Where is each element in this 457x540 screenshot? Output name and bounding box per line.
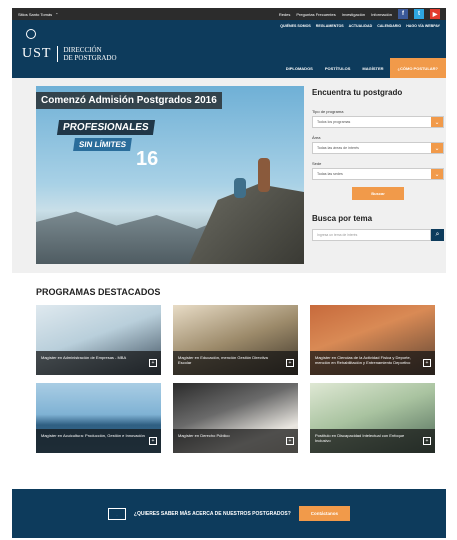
hiker-figure-sitting (234, 178, 246, 198)
nav-quienes-somos[interactable]: QUIÉNES SOMOS (280, 24, 311, 28)
brand-line-2: DE POSTGRADO (63, 54, 117, 62)
nav-diplomados[interactable]: DIPLOMADOS (280, 58, 319, 78)
search-heading: Encuentra tu postgrado (312, 88, 403, 97)
youtube-icon[interactable]: ▶ (430, 9, 440, 19)
area-select-value: Todas las áreas de interés (317, 146, 359, 150)
secondary-nav: QUIÉNES SOMOS REGLAMENTOS ACTUALIDAD CAL… (280, 24, 440, 28)
hiker-figure-standing (258, 158, 270, 192)
programa-select[interactable]: Todos los programas ⌄ (312, 116, 444, 128)
hero-banner[interactable]: Comenzó Admisión Postgrados 2016 PROFESI… (36, 86, 304, 264)
nav-postitulos[interactable]: POSTÍTULOS (319, 58, 357, 78)
plus-icon[interactable]: + (423, 359, 431, 367)
site-logo[interactable]: UST DIRECCIÓN DE POSTGRADO (22, 29, 117, 62)
program-card[interactable]: Magíster en Acuicultura: Producción, Ges… (36, 383, 161, 453)
tema-search: Ingresa un tema de interés ⌕ (312, 229, 444, 241)
hero-title: Comenzó Admisión Postgrados 2016 (36, 92, 222, 109)
chevron-down-icon: ⌄ (431, 117, 443, 127)
program-card[interactable]: Postítulo en Discapacidad Intelectual co… (310, 383, 435, 453)
plus-icon[interactable]: + (286, 437, 294, 445)
top-utility-bar: Sitios Santo Tomás ⌃ Redes Preguntas Fre… (12, 8, 446, 20)
programs-grid: Magíster en Administración de Empresas -… (36, 305, 435, 453)
program-card[interactable]: Magíster en Educación, mención Gestión D… (173, 305, 298, 375)
sede-label: Sede (312, 161, 322, 166)
program-card-label: Magíster en Ciencias de la Actividad Fís… (310, 351, 435, 375)
plus-icon[interactable]: + (149, 437, 157, 445)
programa-select-value: Todos los programas (317, 120, 351, 124)
page: Sitios Santo Tomás ⌃ Redes Preguntas Fre… (12, 8, 446, 538)
tema-heading: Busca por tema (312, 214, 373, 223)
program-card-label: Magíster en Educación, mención Gestión D… (173, 351, 298, 375)
nav-reglamentos[interactable]: REGLAMENTOS (316, 24, 344, 28)
hero-year: 16 (136, 148, 159, 170)
brand-name: DIRECCIÓN DE POSTGRADO (57, 46, 117, 62)
sede-select[interactable]: Todas las sedes ⌄ (312, 168, 444, 180)
featured-programs-heading: PROGRAMAS DESTACADOS (36, 287, 161, 297)
search-icon[interactable]: ⌕ (431, 229, 444, 241)
logo-text: UST (22, 46, 52, 61)
chevron-down-icon: ⌃ (55, 11, 59, 17)
program-card-label: Postítulo en Discapacidad Intelectual co… (310, 429, 435, 453)
tema-search-input[interactable]: Ingresa un tema de interés (312, 229, 431, 241)
main-nav: DIPLOMADOS POSTÍTULOS MAGÍSTER ¿CÓMO POS… (280, 58, 446, 78)
crest-icon (26, 29, 36, 39)
program-card[interactable]: Magíster en Derecho Público + (173, 383, 298, 453)
plus-icon[interactable]: + (149, 359, 157, 367)
nav-webpay[interactable]: HAGO VÍA WEBPAY (406, 24, 440, 28)
contact-question: ¿QUIERES SABER MÁS ACERCA DE NUESTROS PO… (133, 510, 291, 517)
programa-label: Tipo de programa (312, 109, 344, 114)
chevron-down-icon: ⌄ (431, 143, 443, 153)
program-card[interactable]: Magíster en Ciencias de la Actividad Fís… (310, 305, 435, 375)
mail-icon (107, 507, 126, 520)
program-card[interactable]: Magíster en Administración de Empresas -… (36, 305, 161, 375)
nav-magister[interactable]: MAGÍSTER (356, 58, 389, 78)
utility-links: Redes Preguntas Frecuentes Investigación… (279, 9, 440, 19)
nav-actualidad[interactable]: ACTUALIDAD (349, 24, 373, 28)
nav-como-postular-button[interactable]: ¿CÓMO POSTULAR? (389, 58, 446, 78)
facebook-icon[interactable]: f (398, 9, 408, 19)
program-search-panel: Encuentra tu postgrado Tipo de programa … (312, 88, 444, 241)
utility-link-faq[interactable]: Preguntas Frecuentes (296, 12, 335, 17)
sede-select-value: Todas las sedes (317, 172, 343, 176)
program-card-label: Magíster en Administración de Empresas -… (36, 351, 161, 375)
hero-section: Comenzó Admisión Postgrados 2016 PROFESI… (12, 78, 446, 273)
contact-band: ¿QUIERES SABER MÁS ACERCA DE NUESTROS PO… (12, 489, 446, 538)
brand-line-1: DIRECCIÓN (63, 46, 102, 54)
program-card-label: Magíster en Derecho Público (173, 429, 298, 453)
featured-programs: PROGRAMAS DESTACADOS Magíster en Adminis… (12, 273, 446, 453)
twitter-icon[interactable]: t (414, 9, 424, 19)
buscar-button[interactable]: Buscar (352, 187, 404, 200)
area-select[interactable]: Todas las áreas de interés ⌄ (312, 142, 444, 154)
site-header: QUIÉNES SOMOS REGLAMENTOS ACTUALIDAD CAL… (12, 20, 446, 78)
plus-icon[interactable]: + (423, 437, 431, 445)
hero-tag-profesionales: PROFESIONALES (56, 120, 155, 135)
hero-tag-sin-limites: SIN LÍMITES (73, 138, 133, 151)
chevron-down-icon: ⌄ (431, 169, 443, 179)
nav-calendario[interactable]: CALENDARIO (377, 24, 401, 28)
program-card-label: Magíster en Acuicultura: Producción, Ges… (36, 429, 161, 453)
area-label: Área (312, 135, 321, 140)
utility-link-redes[interactable]: Redes (279, 12, 291, 17)
utility-link-informacion[interactable]: Información (371, 12, 392, 17)
sede-selector-label: Sitios Santo Tomás (18, 11, 53, 17)
plus-icon[interactable]: + (286, 359, 294, 367)
utility-link-investigacion[interactable]: Investigación (342, 12, 365, 17)
sede-selector[interactable]: Sitios Santo Tomás ⌃ (18, 12, 59, 17)
contactanos-button[interactable]: Contáctanos (298, 506, 351, 521)
